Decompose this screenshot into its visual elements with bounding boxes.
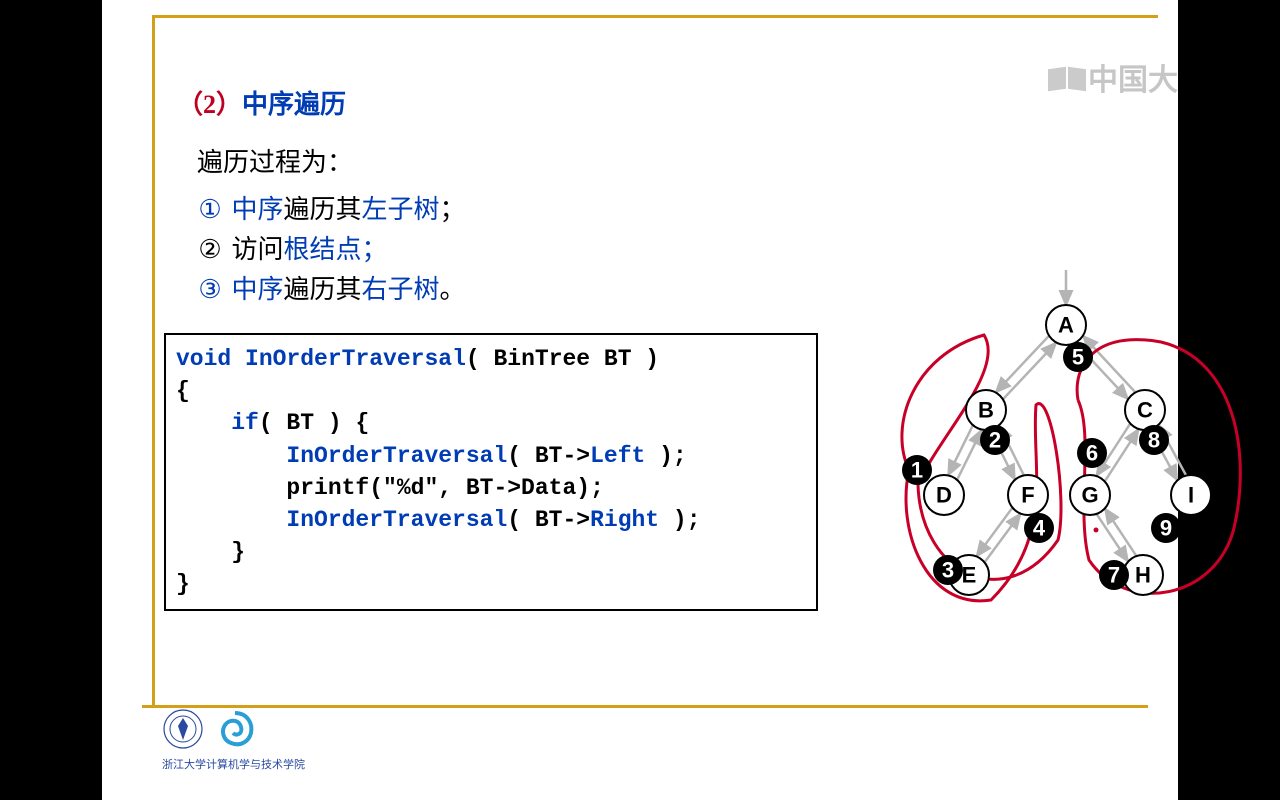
slide-content: （2）中序遍历 遍历过程为： ① 中序遍历其左子树； ② 访问根结点； ③ 中序… <box>177 85 466 310</box>
svg-text:B: B <box>978 398 994 423</box>
university-logo-icon <box>162 708 204 753</box>
svg-text:2: 2 <box>989 428 1001 453</box>
step-1: ① 中序遍历其左子树； <box>197 190 466 230</box>
spiral-logo-icon <box>213 707 257 754</box>
footer: 浙江大学计算机学与技术学院 <box>162 707 305 772</box>
svg-text:F: F <box>1021 483 1034 508</box>
svg-text:3: 3 <box>942 558 954 583</box>
svg-text:7: 7 <box>1108 563 1120 588</box>
svg-text:D: D <box>936 483 952 508</box>
svg-text:G: G <box>1081 483 1098 508</box>
watermark: 中国大 <box>1048 55 1178 99</box>
svg-text:1: 1 <box>911 458 923 483</box>
svg-text:9: 9 <box>1160 516 1172 541</box>
code-block: void InOrderTraversal( BinTree BT ) { if… <box>164 333 818 611</box>
heading: （2）中序遍历 <box>177 85 466 125</box>
svg-text:H: H <box>1135 563 1151 588</box>
tree-diagram: ABCDFGIEH 528146937 <box>836 270 1236 630</box>
svg-text:A: A <box>1058 313 1074 338</box>
svg-text:E: E <box>962 563 977 588</box>
svg-text:C: C <box>1137 398 1153 423</box>
process-label: 遍历过程为： <box>197 143 466 183</box>
svg-text:I: I <box>1188 483 1194 508</box>
svg-text:4: 4 <box>1033 516 1046 541</box>
svg-text:8: 8 <box>1148 428 1160 453</box>
svg-text:5: 5 <box>1072 345 1084 370</box>
svg-text:6: 6 <box>1086 441 1098 466</box>
step-2: ② 访问根结点； <box>197 230 466 270</box>
step-3: ③ 中序遍历其右子树。 <box>197 270 466 310</box>
